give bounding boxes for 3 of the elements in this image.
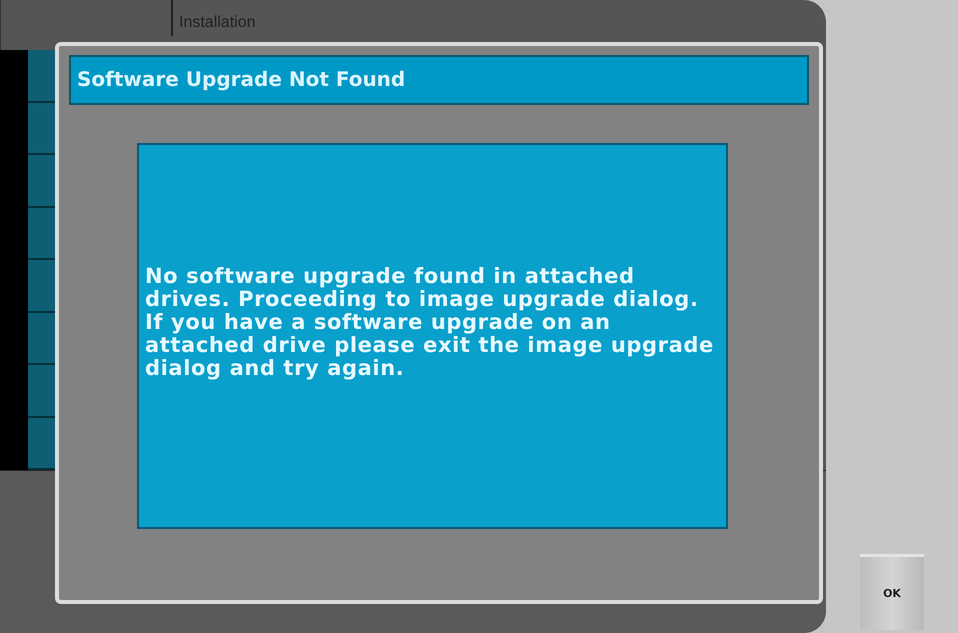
message-text: No software upgrade found in attached drives. Proceeding to image upgrade dialog. If you have a software upgrade on an attached drive please exit the image upgrade dialog and try again. bbox=[145, 264, 715, 380]
dialog-title: Software Upgrade Not Found bbox=[69, 55, 809, 105]
ok-button[interactable]: OK bbox=[860, 554, 924, 630]
